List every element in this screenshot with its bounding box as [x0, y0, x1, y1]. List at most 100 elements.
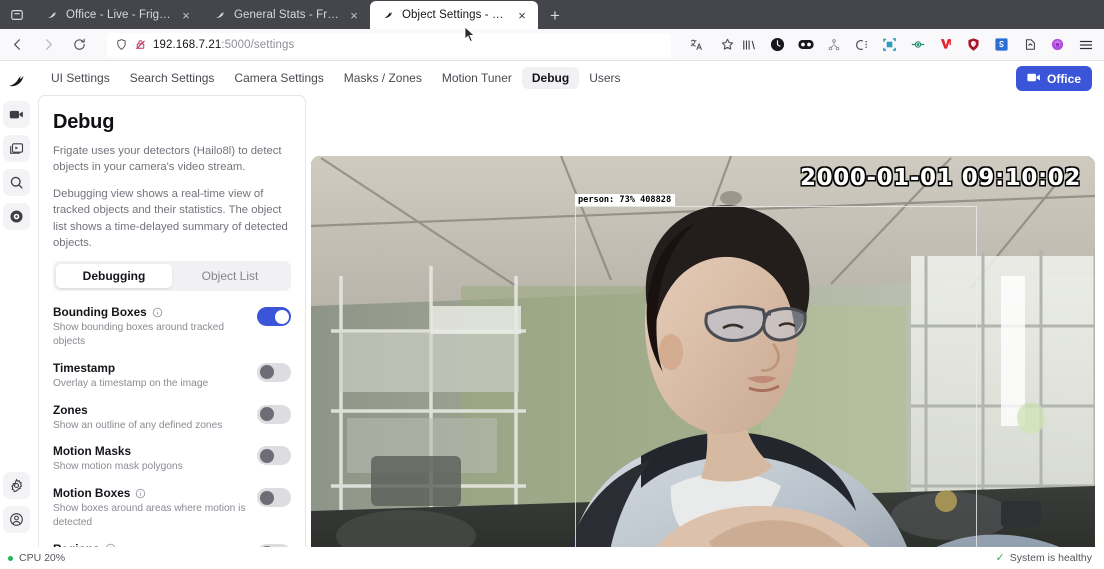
settings-tab-bar: UI Settings Search Settings Camera Setti…	[33, 61, 1104, 94]
frigate-icon	[45, 8, 59, 22]
back-arrow-icon[interactable]	[3, 32, 31, 58]
frigate-app: UI Settings Search Settings Camera Setti…	[0, 61, 1104, 569]
option-text: Zones Show an outline of any defined zon…	[53, 403, 257, 433]
tab-search-settings[interactable]: Search Settings	[120, 67, 225, 89]
sidebar-item-explore[interactable]	[3, 169, 30, 196]
cpu-status[interactable]: CPU 20%	[8, 552, 65, 564]
option-text: Bounding Boxes Show bounding boxes aroun…	[53, 305, 257, 349]
extension-toolbar	[741, 36, 1104, 53]
segment-debugging[interactable]: Debugging	[56, 264, 172, 289]
browser-tab-1[interactable]: Office - Live - Frigate ×	[34, 1, 202, 29]
system-health-status[interactable]: ✓ System is healthy	[995, 552, 1092, 564]
option-label: Zones	[53, 402, 88, 417]
paste-icon[interactable]	[1021, 36, 1038, 53]
close-icon[interactable]: ×	[514, 7, 530, 23]
close-icon[interactable]: ×	[346, 7, 362, 23]
forward-arrow-icon[interactable]	[34, 32, 62, 58]
bitwarden-icon[interactable]	[1049, 36, 1066, 53]
vimium-icon[interactable]	[937, 36, 954, 53]
option-timestamp: Timestamp Overlay a timestamp on the ima…	[53, 361, 291, 391]
url-path: :5000/settings	[221, 38, 295, 51]
page-title: Debug	[53, 111, 115, 133]
library-icon[interactable]	[741, 36, 758, 53]
option-description: Overlay a timestamp on the image	[53, 377, 209, 389]
sidebar-item-account[interactable]	[3, 506, 30, 533]
option-description: Show bounding boxes around tracked objec…	[53, 322, 225, 348]
tab-masks-zones[interactable]: Masks / Zones	[334, 67, 432, 89]
camera-debug-video[interactable]: 2000-01-01 09:10:02 IPC person: 73% 4088…	[311, 156, 1095, 569]
tab-title: Office - Live - Frigate	[66, 9, 171, 21]
simplelogin-icon[interactable]	[993, 36, 1010, 53]
info-icon[interactable]	[152, 307, 163, 318]
toggle-motion-boxes[interactable]	[257, 488, 291, 508]
tab-title: Object Settings - Frigate	[402, 9, 507, 21]
screenshot-icon[interactable]	[881, 36, 898, 53]
frigate-sidebar	[0, 61, 33, 548]
option-text: Timestamp Overlay a timestamp on the ima…	[53, 361, 257, 391]
tab-ui-settings[interactable]: UI Settings	[41, 67, 120, 89]
camera-selector-button[interactable]: Office	[1015, 66, 1092, 91]
toggle-zones[interactable]	[257, 404, 291, 424]
tab-title: General Stats - Frigate	[234, 9, 339, 21]
url-host: 192.168.7.21	[153, 38, 222, 51]
toggle-timestamp[interactable]	[257, 362, 291, 382]
option-label-row: Motion Boxes	[53, 486, 247, 500]
check-icon: ✓	[995, 551, 1005, 564]
toggle-motion-masks[interactable]	[257, 446, 291, 466]
toggle-knob	[259, 365, 274, 380]
option-motion-boxes: Motion Boxes Show boxes around areas whe…	[53, 486, 291, 530]
browser-window: Office - Live - Frigate × General Stats …	[0, 0, 1104, 569]
browser-tab-3-active[interactable]: Object Settings - Frigate ×	[370, 1, 538, 29]
sidebar-item-live[interactable]	[3, 101, 30, 128]
option-motion-masks: Motion Masks Show motion mask polygons	[53, 444, 291, 474]
shield-icon[interactable]	[115, 38, 128, 51]
option-label-row: Timestamp	[53, 361, 247, 375]
cpu-label: CPU 20%	[19, 552, 66, 564]
frigate-icon	[381, 8, 395, 22]
option-description: Show an outline of any defined zones	[53, 419, 223, 431]
option-description: Show boxes around areas where motion is …	[53, 503, 246, 528]
pocket-icon[interactable]	[769, 36, 786, 53]
toggle-knob	[259, 448, 274, 463]
tree-style-tabs-icon[interactable]	[825, 36, 842, 53]
option-text: Motion Masks Show motion mask polygons	[53, 444, 257, 474]
segment-object-list[interactable]: Object List	[172, 264, 288, 288]
url-bar[interactable]: 192.168.7.21:5000/settings	[107, 32, 671, 57]
bookmark-star-icon[interactable]	[713, 32, 741, 58]
sidebar-item-export[interactable]	[3, 203, 30, 230]
option-label: Bounding Boxes	[53, 305, 147, 320]
frigate-logo-icon[interactable]	[3, 67, 30, 94]
info-icon[interactable]	[135, 488, 146, 499]
ublock-origin-icon[interactable]	[965, 36, 982, 53]
option-description: Show motion mask polygons	[53, 461, 183, 473]
close-icon[interactable]: ×	[178, 7, 194, 23]
browser-tab-2[interactable]: General Stats - Frigate ×	[202, 1, 370, 29]
toggle-bounding-boxes[interactable]	[257, 307, 291, 327]
debug-settings-panel: Debug Frigate uses your detectors (Hailo…	[38, 95, 306, 569]
tab-debug[interactable]: Debug	[521, 66, 580, 89]
option-label: Motion Boxes	[53, 486, 131, 501]
browser-tabstrip: Office - Live - Frigate × General Stats …	[0, 0, 1104, 29]
option-bounding-boxes: Bounding Boxes Show bounding boxes aroun…	[53, 305, 291, 349]
translate-icon[interactable]	[682, 32, 710, 58]
tab-users[interactable]: Users	[579, 67, 630, 89]
reload-arrow-icon[interactable]	[65, 32, 93, 58]
sidebar-item-review[interactable]	[3, 135, 30, 162]
detection-bounding-box: person: 73% 408828	[575, 194, 977, 569]
insecure-lock-icon[interactable]	[134, 38, 147, 51]
tab-camera-settings[interactable]: Camera Settings	[224, 67, 333, 89]
option-label-row: Motion Masks	[53, 444, 247, 458]
new-tab-button[interactable]: +	[541, 1, 569, 29]
mask-extension-icon[interactable]	[797, 36, 814, 53]
tab-motion-tuner[interactable]: Motion Tuner	[432, 67, 522, 89]
option-label-row: Bounding Boxes	[53, 305, 247, 319]
detection-label: person: 73% 408828	[575, 194, 676, 206]
list-all-tabs-button[interactable]	[0, 0, 34, 29]
app-menu-icon[interactable]	[1077, 36, 1094, 53]
container-tabs-icon[interactable]	[853, 36, 870, 53]
toggle-knob	[274, 309, 289, 324]
keepassxc-icon[interactable]	[909, 36, 926, 53]
option-text: Motion Boxes Show boxes around areas whe…	[53, 486, 257, 530]
sidebar-bottom-group	[3, 472, 30, 548]
sidebar-item-settings[interactable]	[3, 472, 30, 499]
